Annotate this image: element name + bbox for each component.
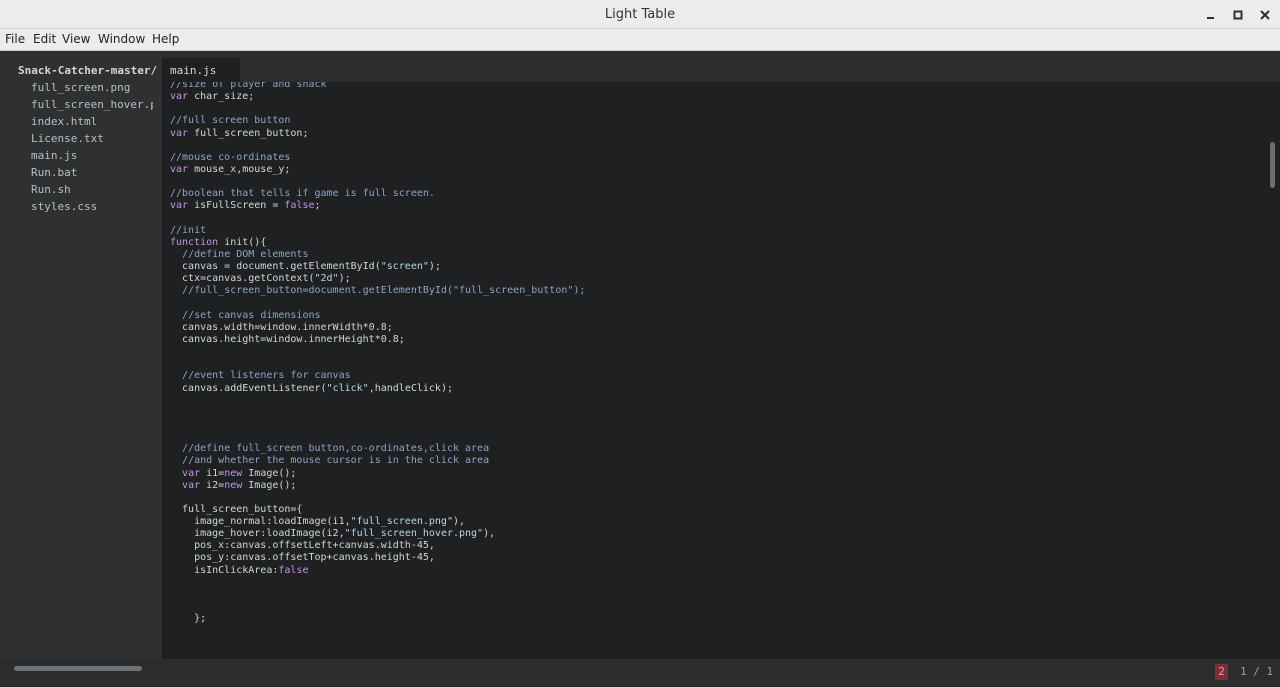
code-line: //event listeners for canvas xyxy=(182,370,351,382)
code-line: var i2=new Image(); xyxy=(182,479,297,491)
code-line: image_normal:loadImage(i1,"full_screen.p… xyxy=(170,516,466,528)
code-line: full_screen_button={ xyxy=(170,503,303,515)
file-item[interactable]: full_screen.png xyxy=(31,81,153,94)
code-line: //size of player and snack xyxy=(170,82,327,90)
menu-bar: File Edit View Window Help xyxy=(0,29,1280,51)
code-editor[interactable]: //size of player and snack var char_size;… xyxy=(162,82,1280,659)
folder-snack-catcher[interactable]: Snack-Catcher-master/ xyxy=(18,64,157,77)
code-line: //set canvas dimensions xyxy=(182,309,321,321)
code-line: //define full_screen button,co-ordinates… xyxy=(182,443,490,455)
code-line: canvas.height=window.innerHeight*0.8; xyxy=(170,333,405,345)
code-line: var mouse_x,mouse_y; xyxy=(170,163,291,175)
file-item[interactable]: index.html xyxy=(31,115,153,128)
code-line: }; xyxy=(170,613,207,625)
file-item[interactable]: full_screen_hover.png xyxy=(31,98,153,111)
code-line: //mouse co-ordinates xyxy=(170,151,291,163)
code-line: var i1=new Image(); xyxy=(182,467,297,479)
code-line: //full_screen_button=document.getElement… xyxy=(182,285,586,297)
code-line: var isFullScreen = false; xyxy=(170,200,321,212)
file-tree: Snack-Catcher-master/ full_screen.png fu… xyxy=(0,51,162,659)
maximize-icon[interactable] xyxy=(1229,6,1247,24)
file-item[interactable]: main.js xyxy=(31,149,153,162)
code-line: //boolean that tells if game is full scr… xyxy=(170,188,435,200)
code-line: //and whether the mouse cursor is in the… xyxy=(182,455,490,467)
code-line: canvas = document.getElementById("screen… xyxy=(170,261,441,273)
status-bar: 2 1 / 1 xyxy=(0,659,1280,687)
tab-main-js[interactable]: main.js xyxy=(162,58,240,82)
tab-bar: main.js xyxy=(162,51,1280,82)
code-content[interactable]: //size of player and snack var char_size;… xyxy=(170,82,585,625)
code-line: //define DOM elements xyxy=(182,248,309,260)
window-title: Light Table xyxy=(604,7,676,22)
menu-edit[interactable]: Edit xyxy=(33,32,56,46)
vertical-scrollbar[interactable] xyxy=(1270,142,1275,188)
menu-help[interactable]: Help xyxy=(152,32,179,46)
code-line: ctx=canvas.getContext("2d"); xyxy=(170,273,351,285)
close-icon[interactable] xyxy=(1256,6,1274,24)
menu-window[interactable]: Window xyxy=(98,32,145,46)
code-line: isInClickArea:false xyxy=(170,564,309,576)
file-item[interactable]: styles.css xyxy=(31,200,153,213)
minimize-icon[interactable] xyxy=(1202,6,1220,24)
code-line: function init(){ xyxy=(170,236,267,248)
code-line: //full screen button xyxy=(170,115,291,127)
code-line: var char_size; xyxy=(170,91,255,103)
error-count-badge[interactable]: 2 xyxy=(1215,664,1228,680)
file-item[interactable]: Run.sh xyxy=(31,183,153,196)
code-line: //init xyxy=(170,224,207,236)
menu-view[interactable]: View xyxy=(62,32,90,46)
file-item[interactable]: License.txt xyxy=(31,132,153,145)
horizontal-scrollbar[interactable] xyxy=(14,666,142,671)
menu-file[interactable]: File xyxy=(5,32,25,46)
code-line: image_hover:loadImage(i2,"full_screen_ho… xyxy=(170,528,496,540)
file-item[interactable]: Run.bat xyxy=(31,166,153,179)
code-line: canvas.width=window.innerWidth*0.8; xyxy=(170,321,393,333)
code-line: pos_x:canvas.offsetLeft+canvas.width-45, xyxy=(170,540,435,552)
code-line: var full_screen_button; xyxy=(170,127,309,139)
page-indicator: 1 / 1 xyxy=(1240,665,1274,678)
code-line: pos_y:canvas.offsetTop+canvas.height-45, xyxy=(170,552,435,564)
code-line: canvas.addEventListener("click",handleCl… xyxy=(170,382,453,394)
title-bar: Light Table xyxy=(0,0,1280,29)
